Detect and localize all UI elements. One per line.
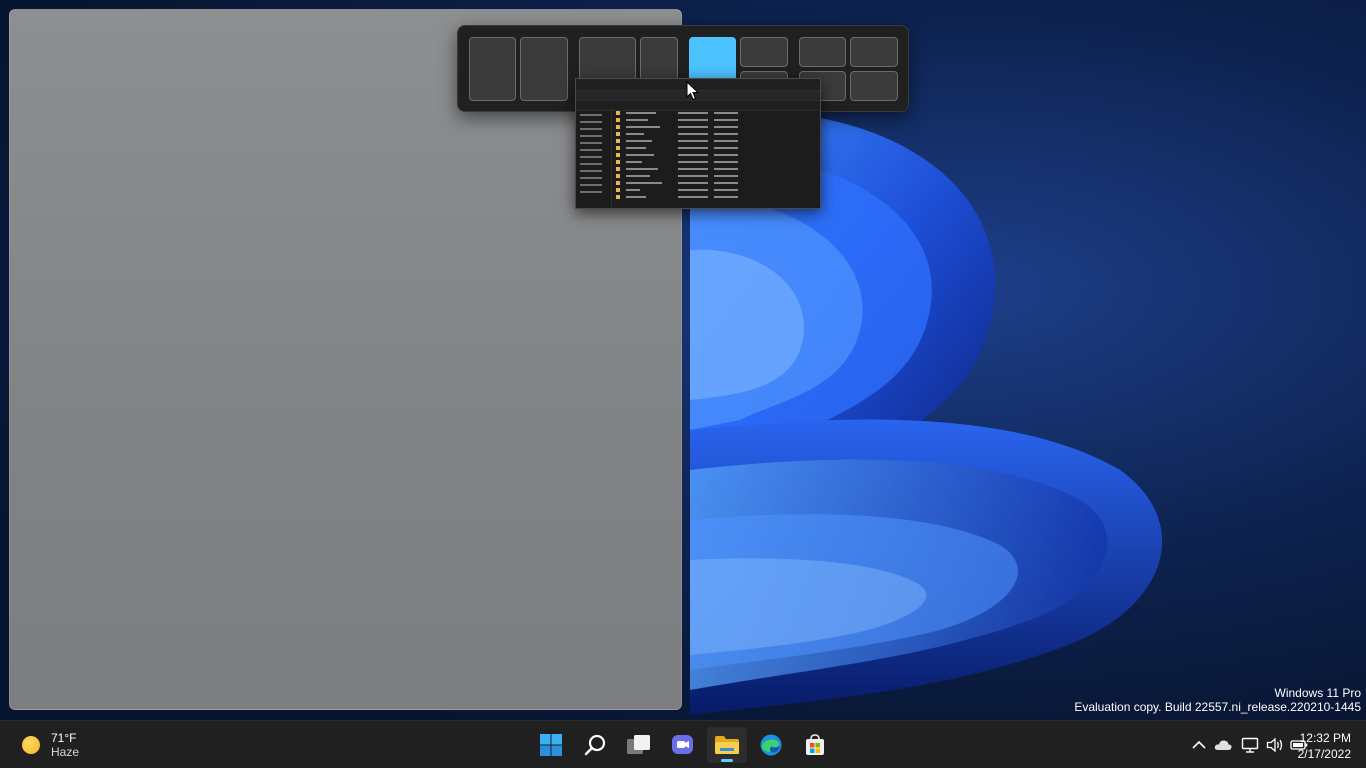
snap-zone-top-right-quad[interactable] [850, 37, 898, 67]
snap-zone-top-right[interactable] [740, 37, 788, 67]
chat-button[interactable] [663, 727, 703, 763]
snap-zone-right-half[interactable] [520, 37, 568, 101]
store-icon [806, 734, 824, 755]
start-button[interactable] [531, 727, 571, 763]
task-view-icon [627, 735, 650, 754]
clock[interactable]: 12:32 PM 2/17/2022 [1298, 730, 1351, 762]
store-button[interactable] [795, 727, 835, 763]
clock-time: 12:32 PM [1299, 731, 1351, 745]
onedrive-cloud-icon[interactable] [1214, 736, 1232, 754]
snap-zone-bottom-right-quad[interactable] [850, 71, 898, 101]
active-app-indicator [721, 759, 733, 762]
weather-widget[interactable]: 71°F Haze [22, 729, 79, 761]
chevron-up-icon[interactable] [1190, 736, 1208, 754]
teams-chat-icon [672, 735, 693, 754]
search-icon [584, 734, 606, 756]
taskbar: 71°F Haze 12:32 PM 2/17/2022 [0, 720, 1366, 768]
weather-condition: Haze [51, 744, 80, 759]
file-explorer-button[interactable] [707, 727, 747, 763]
sun-icon [22, 736, 40, 754]
task-view-button[interactable] [619, 727, 659, 763]
system-tray: 12:32 PM 2/17/2022 [1146, 721, 1366, 768]
file-list [616, 109, 816, 204]
volume-icon[interactable] [1266, 736, 1284, 754]
edge-icon [760, 734, 782, 756]
search-button[interactable] [575, 727, 615, 763]
clock-date: 2/17/2022 [1297, 747, 1351, 761]
evaluation-watermark: Windows 11 Pro Evaluation copy. Build 22… [1074, 686, 1361, 714]
watermark-edition: Windows 11 Pro [1274, 686, 1361, 700]
windows-logo-icon [540, 734, 562, 756]
network-icon[interactable] [1241, 736, 1259, 754]
snap-zone-left-half[interactable] [469, 37, 516, 101]
snap-zone-top-left[interactable] [799, 37, 846, 67]
snap-layout-halves [469, 37, 568, 101]
watermark-build: Evaluation copy. Build 22557.ni_release.… [1074, 700, 1361, 714]
weather-temperature: 71°F [51, 730, 77, 745]
folder-icon [715, 736, 739, 754]
edge-button[interactable] [751, 727, 791, 763]
mouse-cursor-icon [686, 81, 700, 101]
navigation-pane [576, 109, 612, 208]
